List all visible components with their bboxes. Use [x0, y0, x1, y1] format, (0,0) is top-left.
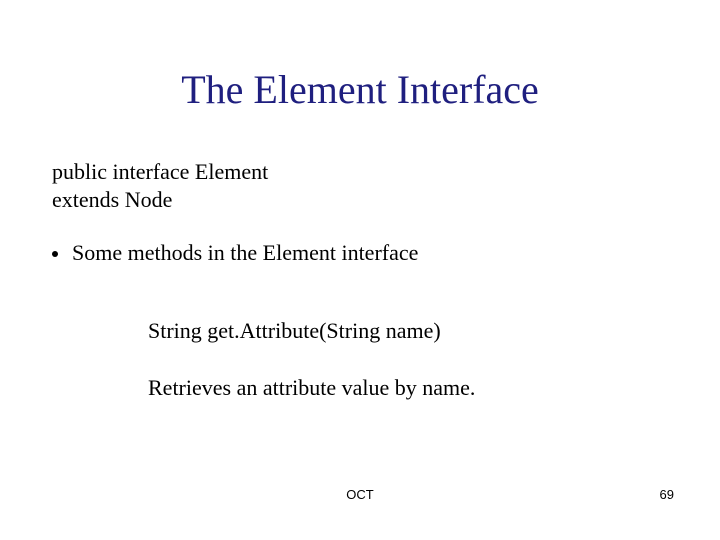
code-line-2: extends Node	[52, 186, 268, 214]
method-description: Retrieves an attribute value by name.	[148, 375, 475, 401]
bullet-text: Some methods in the Element interface	[72, 240, 418, 266]
code-line-1: public interface Element	[52, 158, 268, 186]
footer-center-label: OCT	[0, 487, 720, 502]
bullet-item: Some methods in the Element interface	[52, 240, 418, 266]
page-number: 69	[660, 487, 674, 502]
slide-title: The Element Interface	[0, 66, 720, 113]
code-declaration: public interface Element extends Node	[52, 158, 268, 213]
slide: The Element Interface public interface E…	[0, 0, 720, 540]
method-signature: String get.Attribute(String name)	[148, 318, 441, 344]
bullet-dot-icon	[52, 251, 58, 257]
